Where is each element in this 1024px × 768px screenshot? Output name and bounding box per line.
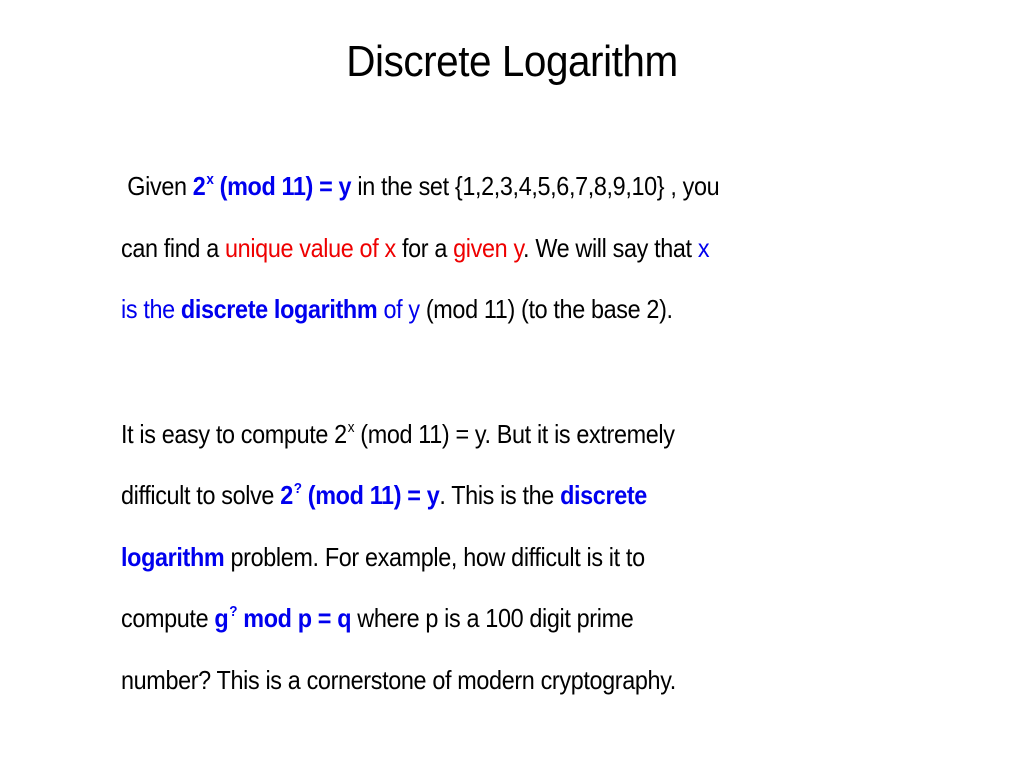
highlight-is-the: is the — [121, 294, 181, 324]
formula-g-unknown-mod-p: g? mod p = q — [214, 603, 351, 633]
paragraph2-line3: logarithm problem. For example, how diff… — [121, 527, 868, 589]
term-discrete-logarithm: discrete logarithm — [180, 294, 378, 324]
slide-title: Discrete Logarithm — [346, 37, 678, 86]
formula-exponent: x — [206, 171, 214, 188]
text: (mod 11) (to the base 2). — [419, 294, 673, 324]
formula-rest: (mod 11) = y — [213, 171, 352, 201]
highlight-unique-value: unique value of x — [225, 232, 396, 263]
paragraph1-line3: is the discrete logarithm of y (mod 11) … — [121, 279, 868, 341]
paragraph2-line4: compute g? mod p = q where p is a 100 di… — [121, 588, 868, 650]
formula-rest: (mod 11) = y — [301, 480, 440, 510]
term-discrete: discrete — [560, 480, 647, 510]
text: It is easy to compute 2 — [121, 418, 347, 449]
highlight-x: x — [697, 232, 710, 263]
text: Given — [127, 171, 193, 201]
formula-base: 2 — [280, 480, 293, 510]
highlight-of-y: of y — [377, 294, 420, 324]
text: compute — [121, 603, 215, 633]
text: . We will say that — [523, 232, 698, 263]
slide-body: Given 2x (mod 11) = y in the set {1,2,3,… — [121, 156, 951, 711]
formula-base: g — [214, 603, 229, 633]
formula-2-unknown-mod-11: 2? (mod 11) = y — [280, 480, 440, 510]
text: (mod 11) = y. But it is extremely — [354, 418, 675, 449]
text: where p is a 100 digit prime — [351, 603, 634, 633]
formula-base: 2 — [192, 171, 206, 201]
paragraph1-line1: Given 2x (mod 11) = y in the set {1,2,3,… — [121, 156, 868, 218]
exponent-x: x — [347, 418, 355, 436]
formula-2x-mod-11: 2x (mod 11) = y — [192, 171, 352, 201]
highlight-given-y: given y — [453, 232, 524, 263]
paragraph2-line5: number? This is a cornerstone of modern … — [121, 650, 868, 712]
text: for a — [395, 232, 454, 263]
paragraph2-line2: difficult to solve 2? (mod 11) = y. This… — [121, 465, 868, 527]
text: problem. For example, how difficult is i… — [224, 541, 646, 572]
text: number? This is a cornerstone of modern … — [121, 664, 676, 695]
text: in the set {1,2,3,4,5,6,7,8,9,10} , you — [351, 171, 720, 201]
formula-exponent: ? — [229, 603, 238, 620]
formula-rest: mod p = q — [237, 603, 352, 633]
text: . This is the — [439, 480, 561, 510]
paragraph2-line1: It is easy to compute 2x (mod 11) = y. B… — [121, 404, 868, 466]
paragraph1-line2: can find a unique value of x for a given… — [121, 218, 868, 280]
text: difficult to solve — [121, 480, 281, 510]
text: can find a — [121, 232, 226, 263]
formula-exponent: ? — [293, 480, 302, 497]
term-logarithm: logarithm — [121, 541, 225, 572]
